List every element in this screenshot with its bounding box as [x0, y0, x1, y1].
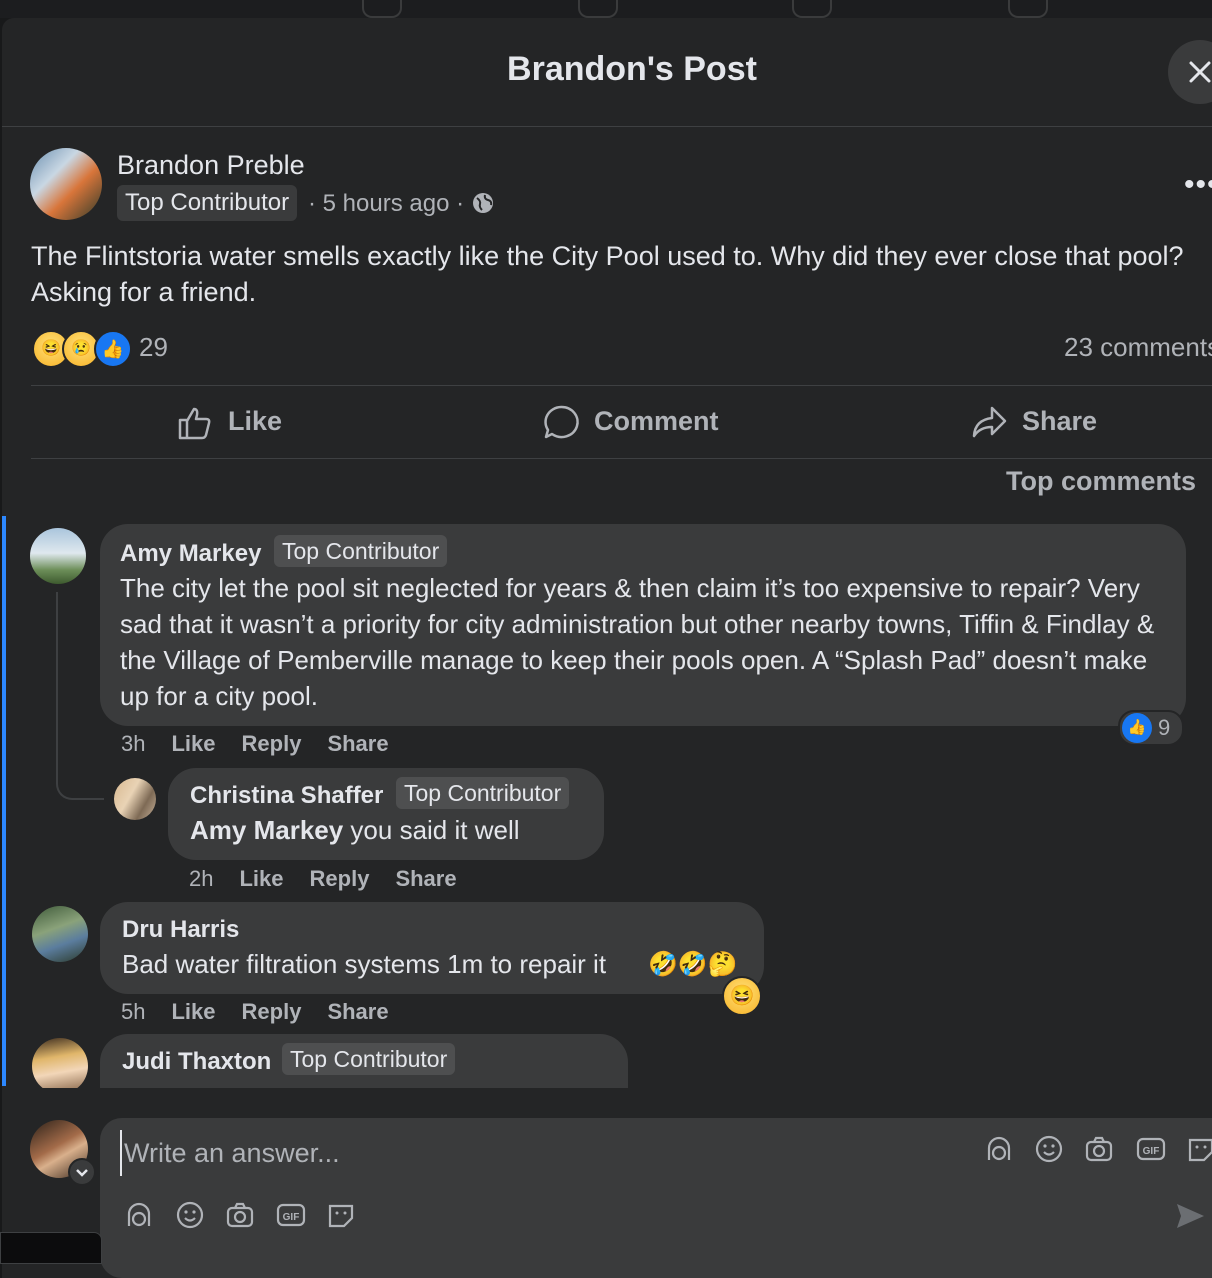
- avatar-sticker-icon[interactable]: [984, 1134, 1014, 1164]
- post-text: The Flintstoria water smells exactly lik…: [31, 241, 1184, 307]
- like-button[interactable]: Like: [176, 404, 336, 444]
- sticker-icon[interactable]: [326, 1200, 356, 1230]
- thread-highlight-bar: [2, 516, 6, 1086]
- mention-link[interactable]: Amy Markey: [190, 815, 343, 845]
- comment-like-button[interactable]: Like: [171, 999, 215, 1024]
- commenter-avatar[interactable]: [30, 528, 86, 584]
- share-label: Share: [1022, 406, 1098, 436]
- comment-actions: 3h Like Reply Share: [121, 731, 415, 757]
- send-icon[interactable]: [1174, 1200, 1206, 1232]
- comment-reply-button[interactable]: Reply: [242, 731, 302, 756]
- divider: [31, 385, 1212, 386]
- camera-icon[interactable]: [1084, 1134, 1114, 1164]
- comment-like-button[interactable]: Like: [171, 731, 215, 756]
- comment-reactions[interactable]: 👍 9: [1118, 710, 1184, 746]
- globe-icon: [473, 193, 493, 213]
- share-button[interactable]: Share: [970, 404, 1130, 444]
- emoji-icon[interactable]: [1034, 1134, 1064, 1164]
- comment-text: The city let the pool sit neglected for …: [120, 573, 1155, 711]
- chevron-down-icon[interactable]: [68, 1158, 96, 1186]
- commenter-name[interactable]: Christina Shaffer: [190, 782, 383, 810]
- top-contributor-badge[interactable]: Top Contributor: [274, 535, 448, 567]
- divider: [31, 458, 1212, 459]
- comment-button[interactable]: Comment: [542, 404, 742, 444]
- haha-reaction-icon[interactable]: 😆: [722, 976, 762, 1016]
- comment-reply-button[interactable]: Reply: [310, 866, 370, 891]
- close-icon: [1189, 61, 1211, 83]
- groups-nav-icon[interactable]: [792, 0, 832, 18]
- comment-time[interactable]: 5h: [121, 999, 145, 1024]
- post-dialog: Brandon's Post Brandon Preble Top Contri…: [2, 18, 1212, 1278]
- reaction-summary[interactable]: 😆 😢 👍: [32, 330, 142, 368]
- home-nav-icon[interactable]: [362, 0, 402, 18]
- comment-share-button[interactable]: Share: [327, 999, 388, 1024]
- dialog-header: Brandon's Post: [2, 18, 1212, 127]
- like-icon: [178, 407, 211, 440]
- commenter-avatar[interactable]: [114, 778, 156, 820]
- sort-comments-dropdown[interactable]: Top comments: [1006, 466, 1196, 497]
- reply-body: you said it well: [343, 815, 520, 845]
- reaction-count[interactable]: 29: [139, 332, 168, 363]
- comment-label: Comment: [594, 406, 719, 436]
- comment-clip: Judi Thaxton Top Contributor: [2, 1034, 702, 1088]
- svg-text:GIF: GIF: [283, 1212, 300, 1223]
- top-contributor-badge[interactable]: Top Contributor: [396, 777, 570, 809]
- like-reaction-icon: 👍: [94, 330, 132, 368]
- gif-icon[interactable]: GIF: [1136, 1134, 1166, 1164]
- commenter-avatar[interactable]: [32, 1038, 88, 1088]
- comment-bubble: Judi Thaxton Top Contributor: [100, 1034, 628, 1088]
- comments-count[interactable]: 23 comments: [1064, 332, 1212, 363]
- bottom-left-tab: [0, 1232, 102, 1264]
- emoji-laughing-icons: 🤣🤣🤔: [648, 951, 738, 978]
- comment-actions: 2h Like Reply Share: [189, 866, 483, 892]
- comment-actions: 5h Like Reply Share: [121, 999, 415, 1025]
- top-navigation-bar: [0, 0, 1212, 18]
- sticker-icon[interactable]: [1186, 1134, 1212, 1164]
- avatar-sticker-icon[interactable]: [124, 1200, 154, 1230]
- share-icon: [972, 406, 1007, 438]
- chevron-svg: [76, 1169, 88, 1177]
- camera-icon[interactable]: [225, 1200, 255, 1230]
- more-icon[interactable]: •••: [1184, 168, 1212, 202]
- commenter-name[interactable]: Amy Markey: [120, 540, 261, 568]
- author-avatar[interactable]: [30, 148, 102, 220]
- comment-reaction-count: 9: [1158, 715, 1171, 740]
- reply-text: Amy Markey you said it well: [190, 812, 610, 848]
- commenter-name[interactable]: Dru Harris: [122, 916, 239, 944]
- post-timestamp[interactable]: · 5 hours ago ·: [308, 190, 464, 218]
- comment-bubble: Dru Harris Bad water filtration systems …: [100, 902, 764, 994]
- comment-time[interactable]: 3h: [121, 731, 145, 756]
- gaming-nav-icon[interactable]: [1008, 0, 1048, 18]
- friends-nav-icon[interactable]: [578, 0, 618, 18]
- comment-like-button[interactable]: Like: [239, 866, 283, 891]
- post-author-name[interactable]: Brandon Preble: [117, 150, 305, 181]
- emoji-icon[interactable]: [175, 1200, 205, 1230]
- comment-text: Bad water filtration systems 1m to repai…: [122, 949, 607, 979]
- comment-reply-button[interactable]: Reply: [242, 999, 302, 1024]
- gif-icon[interactable]: GIF: [276, 1200, 306, 1230]
- reply-bubble: Christina Shaffer Top Contributor Amy Ma…: [168, 768, 604, 860]
- like-label: Like: [228, 406, 283, 436]
- comment-share-button[interactable]: Share: [395, 866, 456, 891]
- top-contributor-badge[interactable]: Top Contributor: [282, 1043, 456, 1075]
- comment-icon: [544, 405, 579, 439]
- commenter-name[interactable]: Judi Thaxton: [122, 1048, 271, 1076]
- top-contributor-badge[interactable]: Top Contributor: [117, 185, 298, 221]
- comment-composer: GIF GIF: [100, 1118, 1212, 1278]
- answer-input[interactable]: [120, 1130, 926, 1176]
- svg-text:GIF: GIF: [1143, 1146, 1160, 1157]
- dialog-title: Brandon's Post: [507, 50, 757, 88]
- comment-share-button[interactable]: Share: [327, 731, 388, 756]
- comment-time[interactable]: 2h: [189, 866, 213, 891]
- commenter-avatar[interactable]: [32, 906, 88, 962]
- reply-thread-line: [56, 592, 104, 800]
- like-reaction-icon: 👍: [1122, 713, 1152, 743]
- comment-bubble: Amy Markey Top Contributor The city let …: [100, 524, 1186, 726]
